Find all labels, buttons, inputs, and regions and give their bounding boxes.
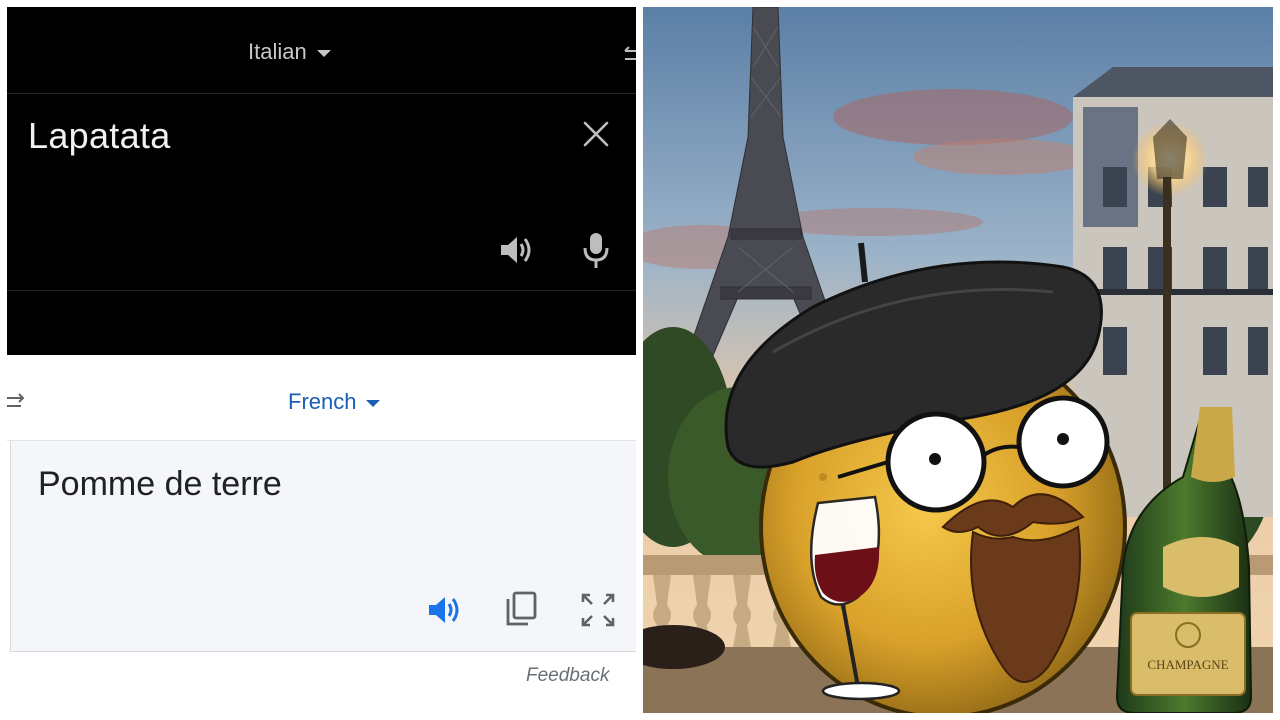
fullscreen-icon[interactable] xyxy=(581,593,615,627)
panel-divider xyxy=(7,290,636,291)
source-text[interactable]: Lapatata xyxy=(28,115,171,157)
speaker-icon[interactable] xyxy=(427,593,463,627)
lamp-post xyxy=(1163,177,1171,537)
target-language-label: French xyxy=(288,389,357,414)
source-panel: Italian Lapatata xyxy=(7,7,636,355)
target-header: French xyxy=(7,363,636,441)
feedback-link[interactable]: Feedback xyxy=(526,665,609,687)
target-panel: French Pomme de terre Feedback xyxy=(7,363,636,713)
copy-icon[interactable] xyxy=(504,591,538,627)
bottle-label: CHAMPAGNE xyxy=(1147,657,1228,672)
meme-illustration: CHAMPAGNE xyxy=(643,7,1273,713)
paris-potato-scene: CHAMPAGNE xyxy=(643,7,1273,713)
swap-icon[interactable] xyxy=(619,45,636,65)
target-language-selector[interactable]: French xyxy=(288,389,381,415)
translated-text: Pomme de terre xyxy=(38,465,282,503)
swap-icon[interactable] xyxy=(7,391,29,413)
microphone-icon[interactable] xyxy=(582,231,610,269)
translation-result-box: Pomme de terre xyxy=(10,441,636,652)
chevron-down-icon xyxy=(316,50,331,57)
source-header: Italian xyxy=(7,7,636,94)
close-icon[interactable] xyxy=(581,119,611,149)
source-language-selector[interactable]: Italian xyxy=(248,39,331,65)
speaker-icon[interactable] xyxy=(499,233,535,267)
source-language-label: Italian xyxy=(248,39,307,64)
chevron-down-icon xyxy=(366,400,381,407)
